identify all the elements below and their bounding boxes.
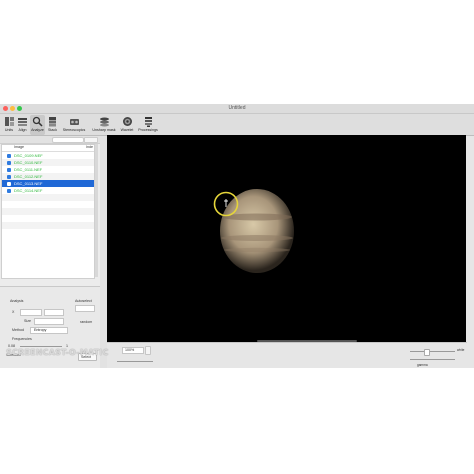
y-field[interactable] — [44, 309, 64, 316]
file-checkbox[interactable] — [7, 167, 11, 172]
image-viewer[interactable] — [107, 135, 466, 368]
file-row[interactable]: DSC_0112.NEF — [2, 173, 94, 180]
empty-row — [2, 229, 94, 236]
file-name: DSC_0114.NEF — [14, 188, 43, 193]
toolbar-label: Unsharp mask — [92, 128, 116, 132]
toolbar-label: Analyze — [31, 128, 44, 132]
file-row-selected[interactable]: DSC_0113.NEF — [2, 180, 94, 187]
toolbar-label: Processings — [138, 128, 158, 132]
toolbar-label: Stereoscopics — [62, 128, 86, 132]
zoom-stepper[interactable] — [145, 346, 151, 355]
planet-image — [220, 189, 294, 273]
title-bar: Untitled — [0, 104, 474, 114]
units-icon — [4, 117, 14, 126]
zoom-value: 100% — [125, 348, 135, 352]
file-checkbox[interactable] — [7, 188, 11, 193]
watermark: SCREENCAST-O-MATIC — [6, 348, 109, 357]
wavelet-icon — [122, 117, 132, 126]
toolbar-button-unsharp-mask[interactable]: Unsharp mask — [89, 115, 119, 135]
empty-row — [2, 208, 94, 215]
white-level-slider[interactable] — [410, 349, 455, 356]
stack-icon — [49, 117, 56, 127]
viewer-controls: 100% white gamma — [107, 342, 467, 368]
toolbar: Units Align Analyze Stack Stereoscopics … — [0, 114, 474, 136]
file-row[interactable]: DSC_0111.NEF — [2, 166, 94, 173]
empty-row — [2, 222, 94, 229]
empty-row — [2, 201, 94, 208]
sidebar-splitter[interactable] — [100, 136, 107, 368]
align-icon — [18, 118, 27, 126]
file-name: DSC_0111.NEF — [14, 167, 43, 172]
column-header-index[interactable]: Inde — [86, 145, 93, 149]
file-list-scrollbar[interactable] — [95, 144, 98, 277]
toolbar-label: Wavelet — [120, 128, 134, 132]
file-name: DSC_0109.NEF — [14, 153, 43, 158]
file-name: DSC_0112.NEF — [14, 174, 43, 179]
sidebar: Image Inde DSC_0109.NEF DSC_0110.NEF DSC… — [0, 136, 100, 368]
empty-row — [2, 194, 94, 201]
sidebar-stack-toggle[interactable] — [84, 137, 98, 143]
autoselect-field[interactable] — [75, 305, 95, 312]
sidebar-search-field[interactable] — [52, 137, 84, 143]
toolbar-button-analyze[interactable]: Analyze — [30, 115, 45, 135]
white-label: white — [457, 348, 465, 352]
random-label: random — [80, 320, 93, 324]
toolbar-button-units[interactable]: Units — [2, 115, 16, 135]
toolbar-button-wavelet[interactable]: Wavelet — [119, 115, 135, 135]
size-field[interactable] — [34, 318, 64, 325]
x-field[interactable] — [20, 309, 42, 316]
file-row[interactable]: DSC_0110.NEF — [2, 159, 94, 166]
file-row[interactable]: DSC_0114.NEF — [2, 187, 94, 194]
analyze-icon — [32, 116, 43, 127]
toolbar-label: Units — [4, 128, 14, 132]
toolbar-button-align[interactable]: Align — [16, 115, 29, 135]
file-name: DSC_0110.NEF — [14, 160, 43, 165]
file-name: DSC_0113.NEF — [14, 181, 43, 186]
method-label: Method — [12, 328, 24, 332]
zoom-field[interactable]: 100% — [122, 347, 144, 354]
file-list: Image Inde DSC_0109.NEF DSC_0110.NEF DSC… — [1, 144, 95, 279]
autoselect-label: Autoselect — [75, 299, 92, 303]
file-list-header: Image Inde — [2, 145, 94, 152]
column-header-image[interactable]: Image — [14, 145, 24, 149]
processings-icon — [144, 117, 152, 127]
black-level-slider[interactable] — [117, 361, 153, 362]
empty-row — [2, 215, 94, 222]
gamma-slider[interactable] — [410, 359, 455, 360]
analysis-title: Analysis — [10, 299, 24, 303]
sidebar-header — [0, 136, 100, 144]
gamma-label: gamma — [417, 363, 428, 367]
toolbar-label: Align — [18, 128, 27, 132]
file-checkbox[interactable] — [7, 153, 11, 158]
toolbar-button-processings[interactable]: Processings — [136, 115, 160, 135]
method-value: Entropy — [34, 328, 47, 332]
toolbar-label: Stack — [48, 128, 57, 132]
x-label: X — [12, 310, 15, 314]
toolbar-button-stereoscopics[interactable]: Stereoscopics — [60, 115, 88, 135]
file-checkbox[interactable] — [7, 160, 11, 165]
window-title: Untitled — [228, 105, 246, 111]
frequencies-label: Frequencies — [12, 337, 32, 341]
unsharp-mask-icon — [99, 117, 109, 127]
size-label: Size — [24, 319, 31, 323]
method-select[interactable]: Entropy — [30, 327, 68, 334]
file-row[interactable]: DSC_0109.NEF — [2, 152, 94, 159]
app-window: Untitled Units Align Analyze Stack Stere… — [0, 104, 474, 368]
frequency-slider[interactable] — [20, 346, 62, 347]
file-checkbox[interactable] — [7, 181, 11, 186]
stereoscopics-icon — [69, 119, 79, 125]
toolbar-button-stack[interactable]: Stack — [46, 115, 59, 135]
slider-knob[interactable] — [424, 349, 430, 356]
selection-marker-icon[interactable] — [211, 189, 241, 219]
file-checkbox[interactable] — [7, 174, 11, 179]
